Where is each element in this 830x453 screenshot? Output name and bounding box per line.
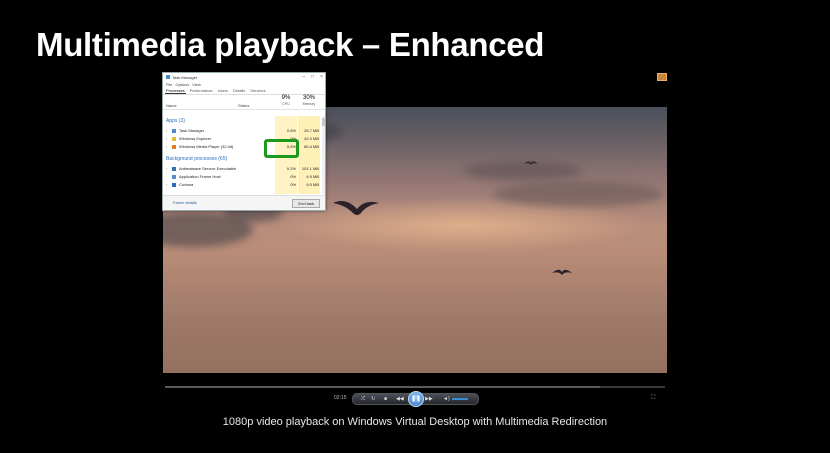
expand-icon[interactable]: › [166, 136, 167, 141]
table-row[interactable]: › Windows Media Player (32 bit) 5.5% 80.… [163, 143, 323, 151]
slide-caption: 1080p video playback on Windows Virtual … [222, 416, 608, 428]
process-name: Task Manager [179, 128, 205, 133]
end-task-button[interactable]: End task [292, 199, 320, 208]
task-manager-icon [172, 129, 176, 133]
memory-total: 30% [302, 95, 315, 101]
process-cpu: 0% [290, 174, 296, 179]
previous-icon[interactable]: ◀◀ [396, 396, 404, 402]
fullscreen-icon[interactable]: ⛶ [651, 395, 655, 402]
expand-icon[interactable]: › [166, 166, 167, 171]
slide-title: Multimedia playback – Enhanced [36, 26, 545, 63]
scrollbar-thumb[interactable] [322, 118, 325, 126]
tab-users[interactable]: Users [217, 88, 229, 93]
column-cpu[interactable]: 9% CPU [275, 95, 297, 106]
app-icon [166, 75, 170, 79]
tab-processes[interactable]: Processes [165, 88, 186, 94]
elapsed-time: 02:15 [334, 395, 347, 401]
table-row[interactable]: › Cortana 0% 9.5 MB [163, 181, 323, 189]
cpu-highlight-box [264, 139, 299, 158]
task-manager-footer: Fewer details End task [163, 195, 325, 210]
close-icon[interactable]: × [320, 74, 323, 80]
process-name: Windows Explorer [179, 136, 212, 141]
background-group-label[interactable]: Background processes (65) [166, 156, 227, 162]
apps-group-label[interactable]: Apps (3) [166, 118, 185, 124]
column-memory[interactable]: 30% Memory [298, 95, 320, 106]
volume-slider[interactable] [452, 398, 468, 400]
process-cpu: 0% [290, 182, 296, 187]
column-header: Name Status 9% CPU 30% Memory [163, 95, 325, 110]
process-name: Antimalware Service Executable [179, 166, 237, 171]
process-memory: 101.1 MB [301, 166, 319, 171]
next-icon[interactable]: ▶▶ [425, 396, 433, 402]
shuffle-icon[interactable]: ⤮ [361, 396, 365, 402]
process-memory: 4.9 MB [306, 174, 319, 179]
menu-options[interactable]: Options [175, 82, 189, 87]
folder-icon [172, 137, 176, 141]
minimize-icon[interactable]: – [302, 74, 305, 80]
process-memory: 26.7 MB [304, 128, 319, 133]
shield-icon [172, 167, 176, 171]
process-memory: 80.4 MB [304, 144, 319, 149]
expand-icon[interactable]: › [166, 128, 167, 133]
bird-3 [524, 161, 538, 165]
menu-file[interactable]: File [166, 82, 172, 87]
memory-label: Memory [302, 102, 316, 106]
fewer-details-link[interactable]: Fewer details [173, 200, 197, 205]
tab-details[interactable]: Details [232, 88, 246, 93]
process-memory: 42.0 MB [304, 136, 319, 141]
table-row[interactable]: Application Frame Host 0% 4.9 MB [163, 173, 323, 181]
app-frame-icon [172, 175, 176, 179]
task-manager-window[interactable]: Task Manager – □ × File Options View Pro… [162, 72, 326, 211]
mute-icon[interactable]: ◄) [443, 396, 450, 402]
switch-to-library-icon[interactable] [657, 73, 667, 81]
tab-performance[interactable]: Performance [189, 88, 214, 93]
table-row[interactable]: › Windows Explorer 0% 42.0 MB [163, 135, 323, 143]
process-cpu: 0.6% [286, 128, 296, 133]
expand-icon[interactable]: › [166, 144, 167, 149]
bird-1 [333, 201, 379, 215]
column-status[interactable]: Status [238, 103, 249, 108]
seek-bar[interactable] [165, 386, 665, 388]
process-cpu: 0.2% [286, 166, 296, 171]
media-player-icon [172, 145, 176, 149]
stop-icon[interactable]: ■ [384, 396, 387, 402]
menu-view[interactable]: View [192, 82, 201, 87]
bird-2 [552, 269, 572, 275]
tab-bar: Processes Performance Users Details Serv… [163, 87, 325, 95]
process-memory: 9.5 MB [306, 182, 319, 187]
cpu-label: CPU [282, 102, 290, 106]
repeat-icon[interactable]: ↻ [371, 396, 375, 402]
play-pause-icon[interactable]: ❚❚ [408, 391, 424, 407]
column-name[interactable]: Name [166, 103, 177, 108]
scrollbar[interactable] [322, 116, 325, 194]
cpu-total: 9% [281, 95, 291, 101]
table-row[interactable]: › Task Manager 0.6% 26.7 MB [163, 127, 323, 135]
process-name: Windows Media Player (32 bit) [179, 144, 234, 149]
seek-progress [165, 386, 600, 388]
task-manager-title: Task Manager [172, 74, 198, 80]
cortana-icon [172, 183, 176, 187]
process-name: Application Frame Host [179, 174, 221, 179]
task-manager-titlebar[interactable]: Task Manager – □ × [163, 73, 325, 81]
expand-icon[interactable]: › [166, 182, 167, 187]
table-row[interactable]: › Antimalware Service Executable 0.2% 10… [163, 165, 323, 173]
process-name: Cortana [179, 182, 194, 187]
tab-services[interactable]: Services [249, 88, 266, 93]
maximize-icon[interactable]: □ [311, 74, 314, 80]
